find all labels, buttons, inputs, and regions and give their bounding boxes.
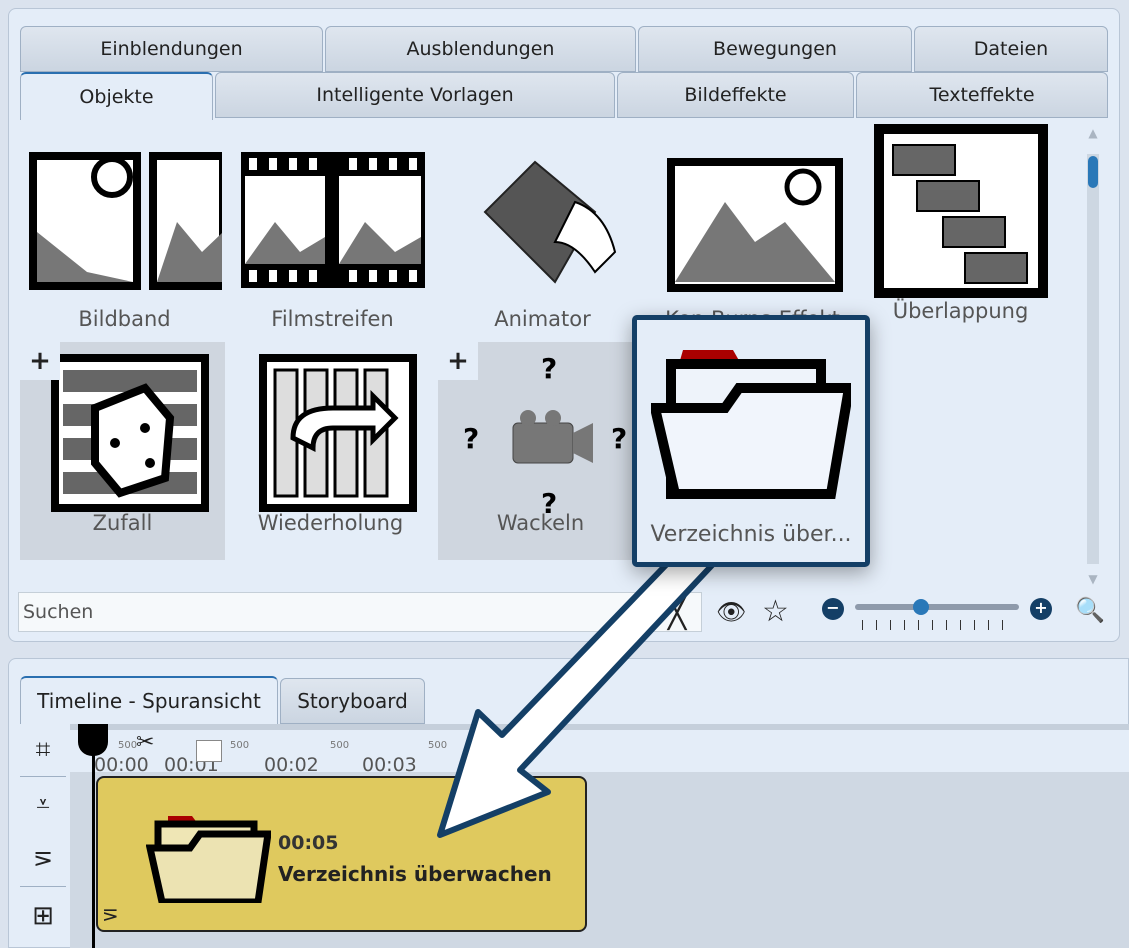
drag-arrow [437, 537, 718, 838]
item-label: Verzeichnis über... [650, 522, 852, 547]
dragged-item-verzeichnis[interactable]: Verzeichnis über... [632, 315, 870, 567]
folder-icon [651, 350, 851, 499]
